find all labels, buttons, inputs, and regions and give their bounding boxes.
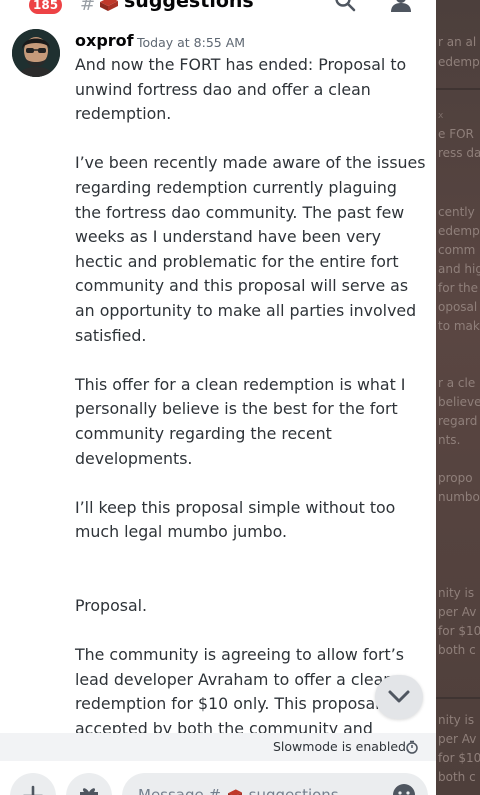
message-author[interactable]: oxprof <box>75 31 134 50</box>
jump-to-bottom-button[interactable] <box>375 675 423 719</box>
background-text: per Av <box>438 605 477 619</box>
background-text: believe <box>438 395 480 409</box>
background-text: for $10 <box>438 624 480 638</box>
emoji-icon[interactable] <box>392 783 416 795</box>
background-text: numbo <box>438 490 480 504</box>
channel-header: 185 # suggestions <box>0 0 436 22</box>
message-paragraph: And now the FORT has ended: Proposal to … <box>75 55 407 124</box>
message-paragraph: I’ve been recently made aware of the iss… <box>75 153 426 345</box>
background-text: cently <box>438 205 475 219</box>
background-text: per Av <box>438 732 477 746</box>
background-text: oposal <box>438 300 478 314</box>
gift-button[interactable] <box>66 773 112 795</box>
background-text: nity is <box>438 713 475 727</box>
unread-badge[interactable]: 185 <box>29 0 63 14</box>
avatar-icon <box>12 29 60 77</box>
search-icon[interactable] <box>334 0 356 12</box>
attach-button[interactable] <box>10 773 56 795</box>
message-composer: Message # suggestions <box>0 761 436 795</box>
background-screen: r an al edemp x e FOR ress da cently ede… <box>436 0 480 795</box>
hash-icon: # <box>80 0 96 15</box>
background-text: and hig <box>438 262 480 276</box>
message-placeholder: Message # suggestions <box>138 786 339 795</box>
background-text: for $10 <box>438 751 480 765</box>
message-timestamp: Today at 8:55 AM <box>137 35 246 50</box>
timer-icon <box>406 740 418 754</box>
channel-title: suggestions <box>124 0 254 12</box>
message-body: And now the FORT has ended: Proposal to … <box>75 53 427 766</box>
chat-panel: 185 # suggestions oxprof Today at 8:55 A… <box>0 0 436 795</box>
background-text: to mak <box>438 319 480 333</box>
background-text: nity is <box>438 586 475 600</box>
background-text: ress da <box>438 146 480 160</box>
background-text: propo <box>438 471 473 485</box>
gift-icon <box>80 788 98 795</box>
plus-icon <box>23 785 43 795</box>
background-text: for the <box>438 281 479 295</box>
message-input[interactable]: Message # suggestions <box>122 773 428 795</box>
message-paragraph: Proposal. <box>75 595 148 615</box>
background-text: both c <box>438 643 476 657</box>
background-text: x <box>438 111 444 121</box>
user-avatar[interactable] <box>12 29 60 77</box>
background-text: comm <box>438 243 476 257</box>
brick-emoji-icon <box>227 789 242 795</box>
placeholder-prefix: Message # <box>138 786 222 795</box>
background-divider <box>436 697 480 699</box>
slowmode-label: Slowmode is enabled. <box>273 739 410 754</box>
background-text: e FOR <box>438 127 474 141</box>
chevron-down-icon <box>388 690 410 703</box>
slowmode-bar: Slowmode is enabled. <box>0 733 436 761</box>
message-paragraph: This offer for a clean redemption is wha… <box>75 374 406 468</box>
background-text: edempt <box>438 224 480 238</box>
background-text: edemp <box>438 55 480 69</box>
message-paragraph: I’ll keep this proposal simple without t… <box>75 497 396 542</box>
background-text: r an al <box>438 35 477 49</box>
background-text: r a cle <box>438 376 476 390</box>
background-text: regard <box>438 414 478 428</box>
background-text: both c <box>438 770 476 784</box>
background-text: nts. <box>438 433 461 447</box>
brick-emoji-icon <box>100 0 118 11</box>
placeholder-channel: suggestions <box>248 786 339 795</box>
members-icon[interactable] <box>388 0 414 12</box>
background-divider <box>436 88 480 90</box>
